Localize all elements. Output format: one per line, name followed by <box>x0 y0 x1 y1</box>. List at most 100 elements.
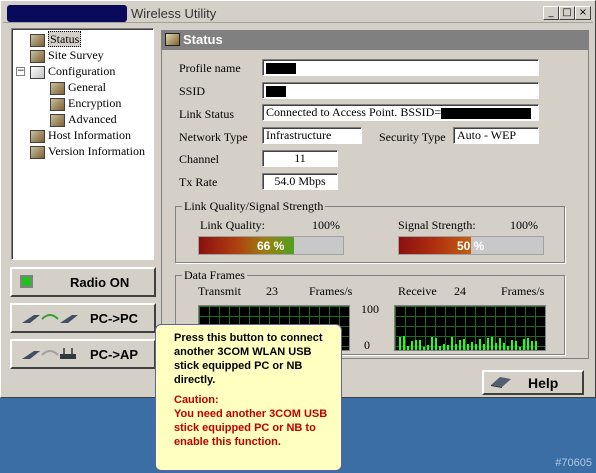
channel-label: Channel <box>179 152 219 166</box>
pc-to-ap-button[interactable]: PC->AP <box>10 339 156 369</box>
help-book-icon <box>491 377 511 388</box>
ssid-field <box>262 82 539 99</box>
link-quality-value: 66 % <box>257 239 285 253</box>
signal-strength-label: Signal Strength: <box>398 218 476 232</box>
traffic-bar <box>507 346 509 350</box>
receive-value: 24 <box>454 284 466 298</box>
redacted-ssid <box>266 85 286 97</box>
traffic-bar <box>535 341 537 350</box>
link-quality-group: Link Quality/Signal Strength Link Qualit… <box>175 199 565 263</box>
link-status-label: Link Status <box>179 107 235 121</box>
network-type-field: Infrastructure <box>262 127 362 144</box>
general-icon <box>50 81 65 95</box>
tree-item-version-information[interactable]: Version Information <box>30 143 145 159</box>
security-type-field: Auto - WEP <box>453 127 539 144</box>
traffic-bar <box>503 343 505 350</box>
traffic-bar <box>407 346 409 350</box>
radio-on-button[interactable]: Radio ON <box>10 267 156 297</box>
tooltip-caution-title: Caution: <box>174 394 219 406</box>
signal-strength-value: 50 % <box>457 239 485 253</box>
traffic-bar <box>459 340 461 350</box>
maximize-button[interactable]: □ <box>559 6 575 20</box>
transmit-value: 23 <box>266 284 278 298</box>
channel-field: 11 <box>262 150 338 167</box>
traffic-bar <box>415 340 417 350</box>
traffic-bar <box>451 337 453 350</box>
traffic-bar <box>523 339 525 350</box>
advanced-icon <box>50 113 65 127</box>
tx-rate-label: Tx Rate <box>179 175 218 189</box>
status-icon <box>30 33 45 47</box>
receive-label: Receive <box>398 284 437 298</box>
version-information-icon <box>30 145 45 159</box>
signal-strength-bar: 50 % <box>398 236 544 255</box>
tree-item-encryption[interactable]: Encryption <box>50 95 121 111</box>
security-type-label: Security Type <box>379 130 446 144</box>
traffic-bar <box>467 344 469 350</box>
radio-led-icon <box>20 275 33 288</box>
redacted-bssid <box>441 107 532 119</box>
close-button[interactable]: × <box>575 6 591 20</box>
title-bar: Wireless Utility _ □ × <box>3 3 593 23</box>
traffic-bar <box>519 347 521 350</box>
traffic-bar <box>479 339 481 350</box>
network-type-label: Network Type <box>179 130 248 144</box>
traffic-bar <box>447 345 449 350</box>
profile-name-label: Profile name <box>179 61 241 75</box>
signal-strength-max: 100% <box>510 218 538 232</box>
receive-unit: Frames/s <box>501 284 545 298</box>
tooltip-text: Press this button to connect another 3CO… <box>174 332 323 386</box>
traffic-bar <box>419 340 421 350</box>
traffic-bar <box>471 342 473 350</box>
transmit-unit: Frames/s <box>309 284 353 298</box>
traffic-bar <box>399 337 401 350</box>
status-panel: Profile name SSID Link Status Connected … <box>161 49 589 359</box>
tree-item-site-survey[interactable]: Site Survey <box>30 47 104 63</box>
traffic-bar <box>427 345 429 350</box>
tree-item-configuration[interactable]: Configuration <box>30 63 115 79</box>
link-status-field: Connected to Access Point. BSSID= <box>262 104 539 121</box>
traffic-bar <box>483 344 485 350</box>
pc-to-ap-icon <box>22 348 76 359</box>
site-survey-icon <box>30 49 45 63</box>
tree-item-host-information[interactable]: Host Information <box>30 127 131 143</box>
traffic-bar <box>403 336 405 350</box>
traffic-bar <box>527 338 529 350</box>
traffic-bar <box>455 344 457 350</box>
watermark: #70605 <box>555 457 592 469</box>
tree-item-status[interactable]: Status <box>30 31 82 47</box>
tooltip-caution-text: You need another 3COM USB stick equipped… <box>174 408 328 448</box>
traffic-bar <box>531 341 533 350</box>
minimize-button[interactable]: _ <box>543 6 559 20</box>
traffic-bar <box>511 340 513 350</box>
transmit-label: Transmit <box>198 284 241 298</box>
traffic-bar <box>499 338 501 350</box>
receive-graph-bars <box>395 306 545 350</box>
pc-to-pc-tooltip: Press this button to connect another 3CO… <box>155 324 342 471</box>
graph-scale-min: 0 <box>364 338 370 352</box>
status-header-icon <box>165 33 180 46</box>
configuration-icon <box>30 65 45 79</box>
collapse-icon[interactable]: − <box>16 67 25 76</box>
help-button[interactable]: Help <box>482 370 584 395</box>
redacted-profile <box>266 62 296 74</box>
traffic-bar <box>423 347 425 350</box>
pc-to-pc-icon <box>22 314 78 323</box>
traffic-bar <box>515 341 517 350</box>
traffic-bar <box>491 337 493 350</box>
window-title: Wireless Utility <box>131 6 217 21</box>
status-header: Status <box>161 30 589 49</box>
link-quality-max: 100% <box>312 218 340 232</box>
traffic-bar <box>487 338 489 350</box>
link-quality-label: Link Quality: <box>200 218 265 232</box>
traffic-bar <box>411 341 413 350</box>
receive-graph <box>394 305 546 351</box>
navigation-tree: Status Site Survey − Configuration Gener… <box>11 28 154 260</box>
tree-item-general[interactable]: General <box>50 79 106 95</box>
tree-item-advanced[interactable]: Advanced <box>50 111 117 127</box>
pc-to-pc-button[interactable]: PC->PC <box>10 303 156 333</box>
ssid-label: SSID <box>179 84 206 98</box>
data-frames-group-title: Data Frames <box>182 268 247 283</box>
host-information-icon <box>30 129 45 143</box>
brand-logo <box>7 5 127 22</box>
